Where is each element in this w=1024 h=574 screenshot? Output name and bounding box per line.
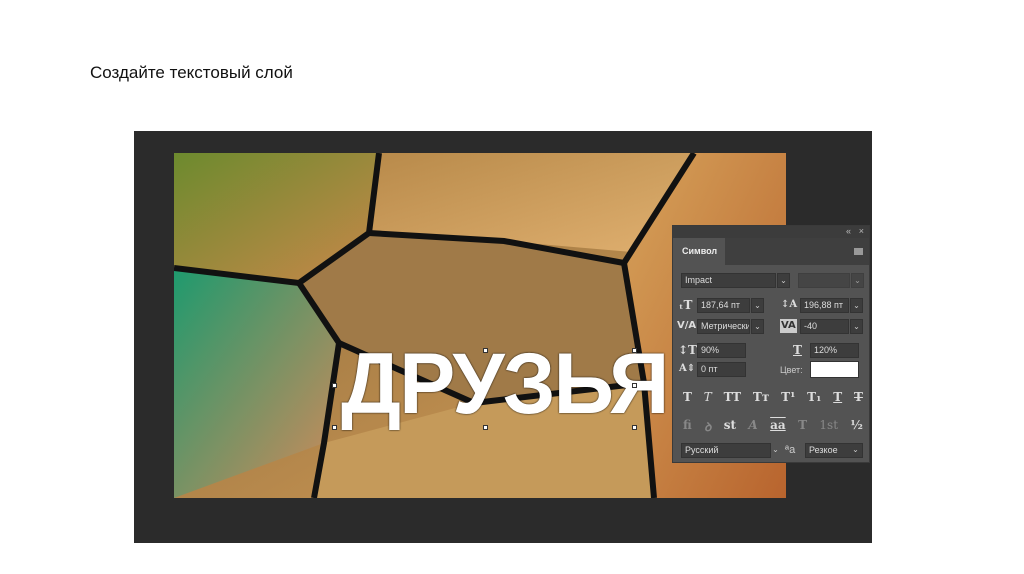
transform-handle[interactable] xyxy=(632,348,637,353)
chevron-down-icon[interactable]: ⌄ xyxy=(777,273,790,288)
small-caps-button[interactable]: Tт xyxy=(753,390,769,404)
leading-icon: ↕A xyxy=(781,299,798,310)
color-label: Цвет: xyxy=(780,365,803,375)
subscript-button[interactable]: T₁ xyxy=(807,390,821,404)
character-panel: « × Символ Impact ⌄ ⌄ ₜT 187,64 пт ⌄ ↕A … xyxy=(672,225,870,463)
faux-bold-button[interactable]: T xyxy=(683,390,692,404)
close-icon[interactable]: × xyxy=(859,226,864,236)
tracking-field[interactable]: -40 xyxy=(800,319,849,334)
slide-heading: Создайте текстовый слой xyxy=(90,63,293,82)
kerning-icon: V/A xyxy=(677,320,697,331)
chevron-down-icon[interactable]: ⌄ xyxy=(850,298,863,313)
strikethrough-button[interactable]: T xyxy=(854,390,863,404)
font-family-field[interactable]: Impact xyxy=(681,273,776,288)
kerning-field[interactable]: Метрически xyxy=(697,319,750,334)
transform-handle[interactable] xyxy=(483,425,488,430)
horizontal-scale-icon: T xyxy=(793,343,802,357)
antialias-icon: ªa xyxy=(785,444,796,456)
tab-character[interactable]: Символ xyxy=(673,238,725,265)
transform-handle[interactable] xyxy=(632,383,637,388)
vertical-scale-icon: ↕T xyxy=(678,343,697,357)
horizontal-scale-field[interactable]: 120% xyxy=(810,343,859,358)
chevron-down-icon[interactable]: ⌄ xyxy=(851,273,864,288)
transform-handle[interactable] xyxy=(332,383,337,388)
tracking-icon: VA xyxy=(780,319,797,333)
chevron-down-icon[interactable]: ⌄ xyxy=(850,319,863,334)
chevron-down-icon[interactable]: ⌄ xyxy=(751,298,764,313)
leading-field[interactable]: 196,88 пт xyxy=(800,298,849,313)
ligatures-button[interactable]: fi xyxy=(683,418,692,435)
font-size-icon: ₜT xyxy=(679,298,693,312)
chevron-down-icon[interactable]: ⌄ xyxy=(769,443,782,458)
titling-alternates-button[interactable]: aa xyxy=(770,418,786,435)
language-select[interactable]: Русский xyxy=(681,443,771,458)
transform-handle[interactable] xyxy=(332,425,337,430)
baseline-shift-field[interactable]: 0 пт xyxy=(697,362,746,377)
underline-button[interactable]: T xyxy=(833,390,842,404)
panel-topbar: « × xyxy=(673,226,869,238)
ornaments-button[interactable]: T xyxy=(798,418,807,435)
baseline-shift-icon: A⇕ xyxy=(679,363,696,374)
ordinals-button[interactable]: 1st xyxy=(819,418,838,435)
all-caps-button[interactable]: TT xyxy=(724,390,741,404)
text-layer[interactable]: ДРУЗЬЯ xyxy=(341,340,670,428)
vertical-scale-field[interactable]: 90% xyxy=(697,343,746,358)
transform-handle[interactable] xyxy=(632,425,637,430)
transform-handle[interactable] xyxy=(483,348,488,353)
opentype-buttons-row: fi ꝺ st A aa T 1st ½ xyxy=(683,418,863,435)
collapse-icon[interactable]: « xyxy=(846,226,851,236)
faux-italic-button[interactable]: T xyxy=(704,390,712,404)
chevron-down-icon[interactable]: ⌄ xyxy=(849,443,862,458)
font-style-field[interactable] xyxy=(798,273,850,288)
panel-menu-icon[interactable] xyxy=(854,248,863,255)
superscript-button[interactable]: T¹ xyxy=(781,390,795,404)
style-buttons-row: T T TT Tт T¹ T₁ T T xyxy=(683,390,863,404)
font-size-field[interactable]: 187,64 пт xyxy=(697,298,750,313)
stylistic-alternates-button[interactable]: A xyxy=(748,418,757,435)
chevron-down-icon[interactable]: ⌄ xyxy=(751,319,764,334)
swash-button[interactable]: st xyxy=(724,418,736,435)
fractions-button[interactable]: ½ xyxy=(850,418,863,435)
discretionary-ligatures-button[interactable]: ꝺ xyxy=(704,418,711,435)
color-swatch[interactable] xyxy=(810,361,859,378)
